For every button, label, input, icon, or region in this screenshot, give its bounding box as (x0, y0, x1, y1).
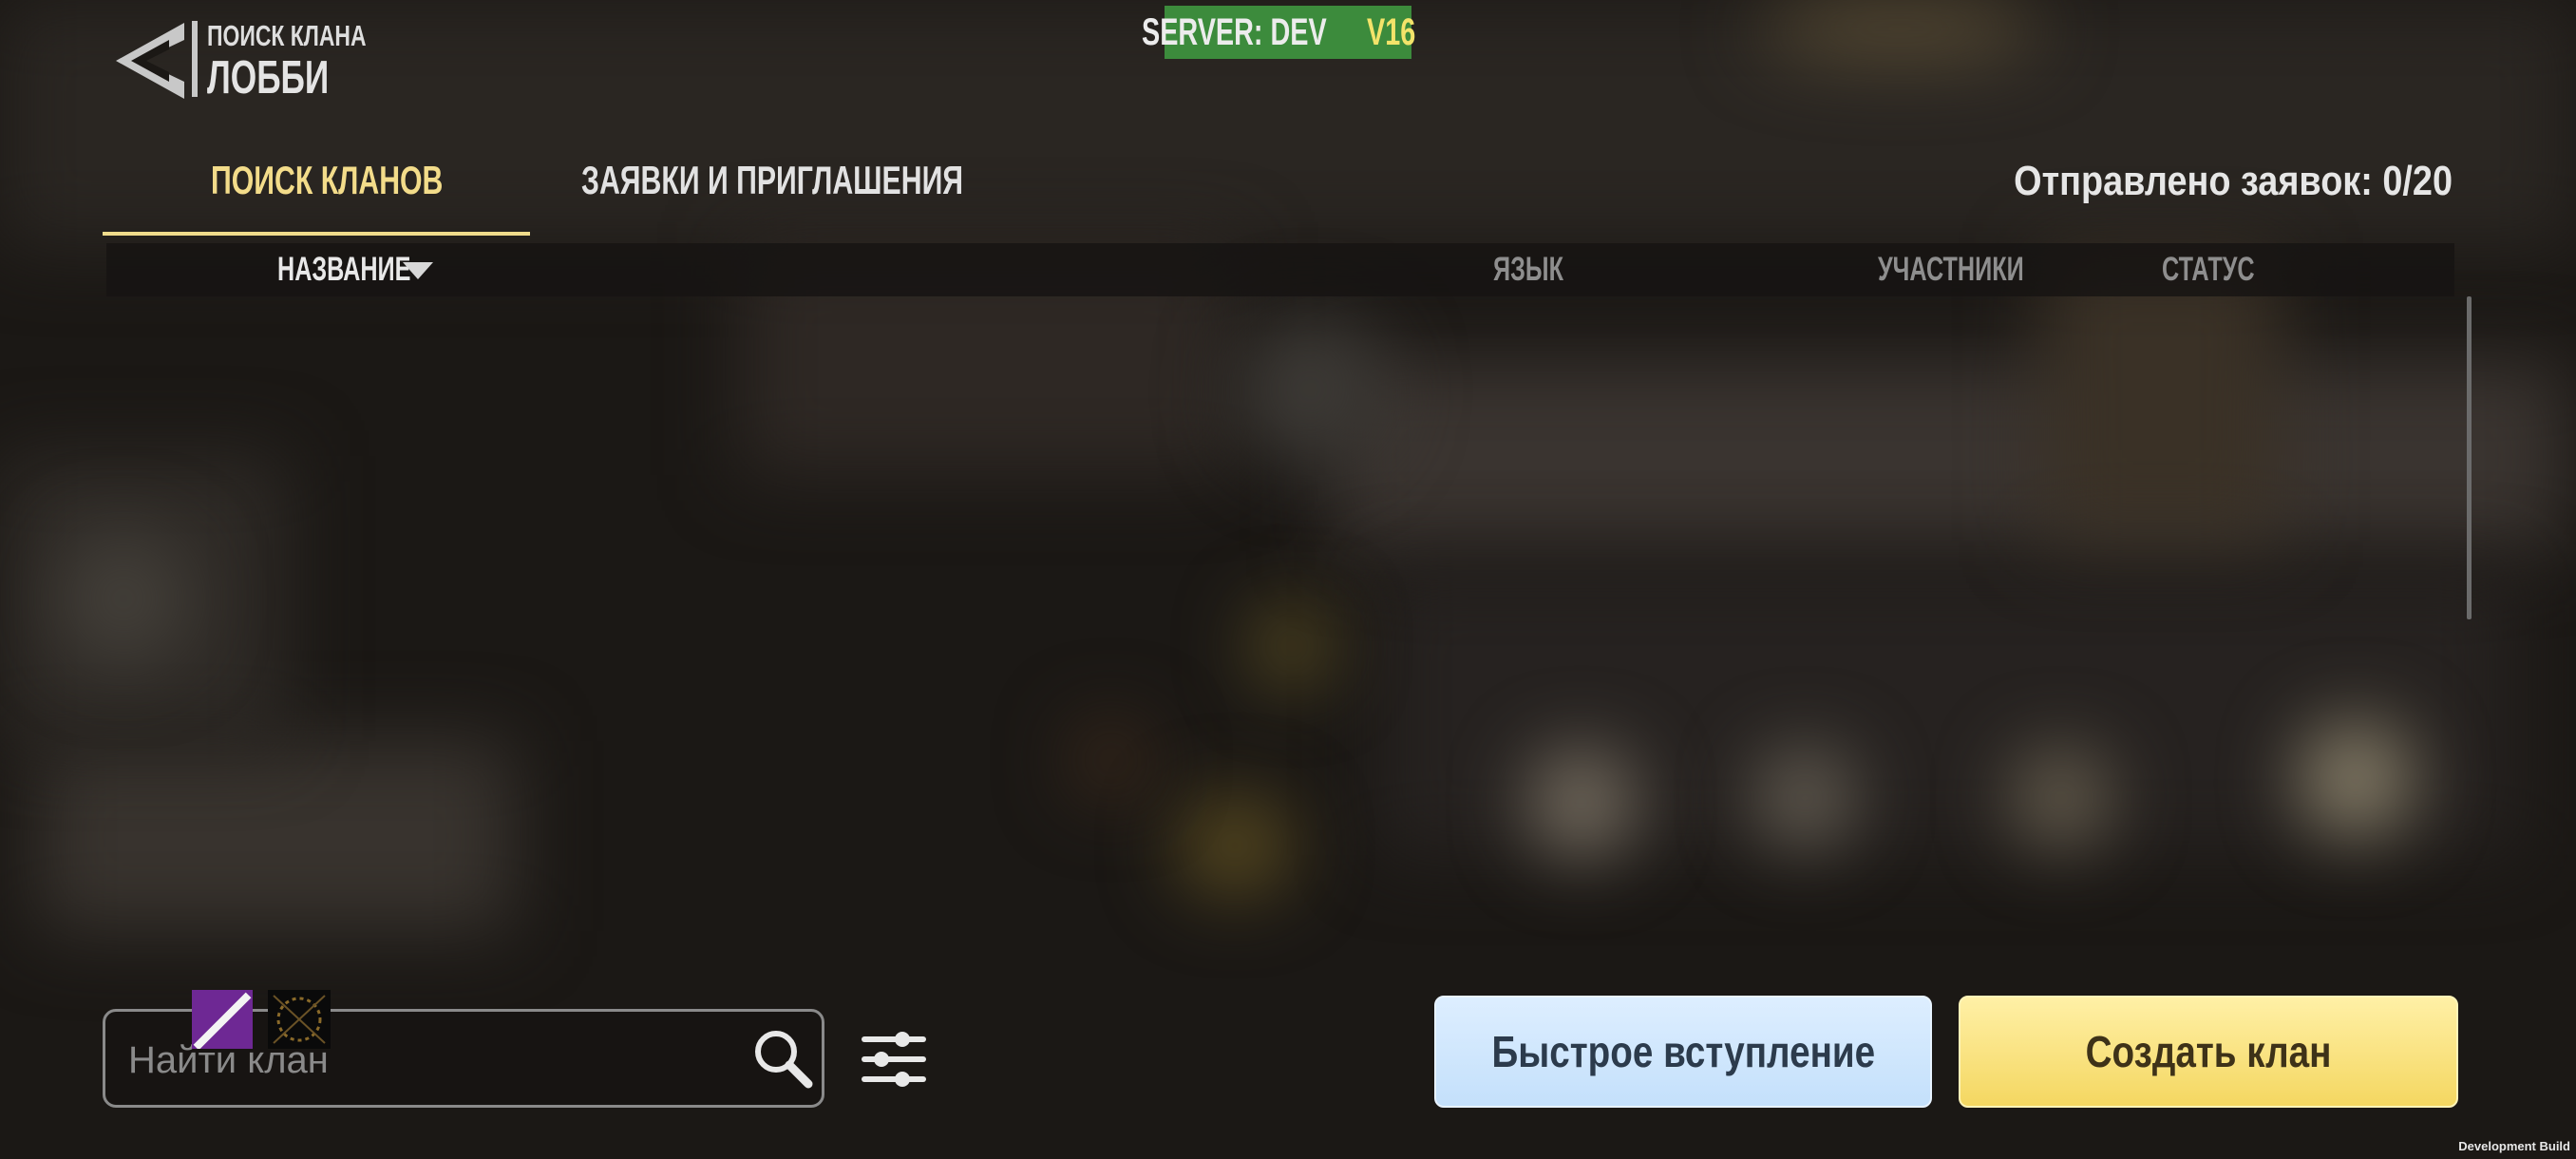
column-header-members[interactable]: УЧАСТНИКИ (1878, 251, 2024, 289)
back-arrow-icon (116, 23, 184, 99)
version-label: V16 (1366, 10, 1415, 53)
search-icon[interactable] (751, 1027, 814, 1090)
debug-overlay-icon (192, 990, 253, 1049)
quick-join-label: Быстрое вступление (1491, 1027, 1875, 1076)
tab-label: ПОИСК КЛАНОВ (211, 158, 444, 202)
active-tab-underline (103, 232, 530, 236)
debug-overlay-icon (268, 990, 331, 1049)
sliders-icon[interactable] (861, 1026, 927, 1092)
page-title: ЛОББИ (207, 52, 330, 104)
breadcrumb-subtitle: ПОИСК КЛАНА (207, 19, 367, 52)
column-header-name[interactable]: НАЗВАНИЕ (277, 251, 410, 289)
server-badge: SERVER: DEV V16 (1142, 6, 1415, 59)
requests-sent-counter: Отправлено заявок: 0/20 (2014, 158, 2453, 204)
tab-label: ЗАЯВКИ И ПРИГЛАШЕНИЯ (581, 158, 964, 202)
back-button[interactable]: ПОИСК КЛАНА ЛОББИ (112, 17, 367, 104)
server-label: SERVER: DEV (1142, 10, 1327, 53)
create-clan-label: Создать клан (2085, 1027, 2332, 1076)
development-build-label: Development Build (2458, 1139, 2570, 1153)
divider (192, 21, 198, 97)
quick-join-button[interactable]: Быстрое вступление (1434, 996, 1932, 1108)
create-clan-button[interactable]: Создать клан (1959, 996, 2458, 1108)
column-header-language[interactable]: ЯЗЫК (1493, 251, 1563, 289)
tab-clan-search[interactable]: ПОИСК КЛАНОВ (103, 150, 530, 236)
tab-requests-invitations[interactable]: ЗАЯВКИ И ПРИГЛАШЕНИЯ (560, 150, 978, 236)
clan-list[interactable] (106, 296, 2460, 961)
table-header: НАЗВАНИЕ ЯЗЫК УЧАСТНИКИ СТАТУС (106, 243, 2454, 296)
column-header-status[interactable]: СТАТУС (2162, 251, 2255, 289)
sort-down-icon[interactable] (403, 262, 433, 279)
scrollbar[interactable] (2467, 296, 2472, 619)
